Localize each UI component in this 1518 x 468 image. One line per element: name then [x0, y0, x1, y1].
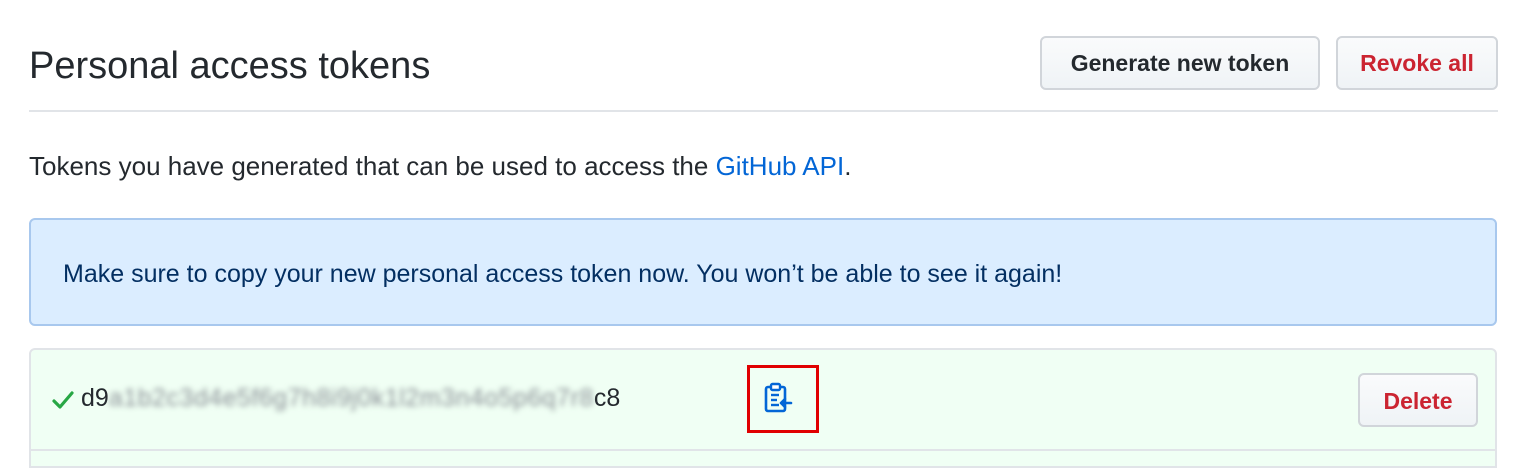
delete-token-button[interactable]: Delete: [1358, 373, 1478, 427]
revoke-all-button[interactable]: Revoke all: [1336, 36, 1498, 90]
check-icon: [52, 391, 74, 409]
intro-text-after: .: [844, 151, 852, 181]
token-value[interactable]: d9a1b2c3d4e5f6g7h8i9j0k1l2m3n4o5p6q7r8c8: [81, 381, 620, 415]
token-suffix: c8: [593, 384, 621, 412]
generate-new-token-button[interactable]: Generate new token: [1040, 36, 1320, 90]
token-prefix: d9: [81, 384, 109, 412]
page-header: Personal access tokens Generate new toke…: [29, 36, 1498, 112]
flash-message: Make sure to copy your new personal acce…: [63, 260, 1063, 288]
intro-text: Tokens you have generated that can be us…: [29, 148, 851, 184]
github-api-link[interactable]: GitHub API: [716, 151, 845, 181]
intro-text-before: Tokens you have generated that can be us…: [29, 151, 716, 181]
token-masked: a1b2c3d4e5f6g7h8i9j0k1l2m3n4o5p6q7r8: [108, 384, 594, 412]
flash-notice: Make sure to copy your new personal acce…: [29, 218, 1497, 326]
annotation-highlight-box: [747, 365, 819, 433]
row-divider: [31, 449, 1495, 451]
page-title: Personal access tokens: [29, 45, 431, 87]
new-token-row: d9a1b2c3d4e5f6g7h8i9j0k1l2m3n4o5p6q7r8c8…: [29, 348, 1497, 468]
